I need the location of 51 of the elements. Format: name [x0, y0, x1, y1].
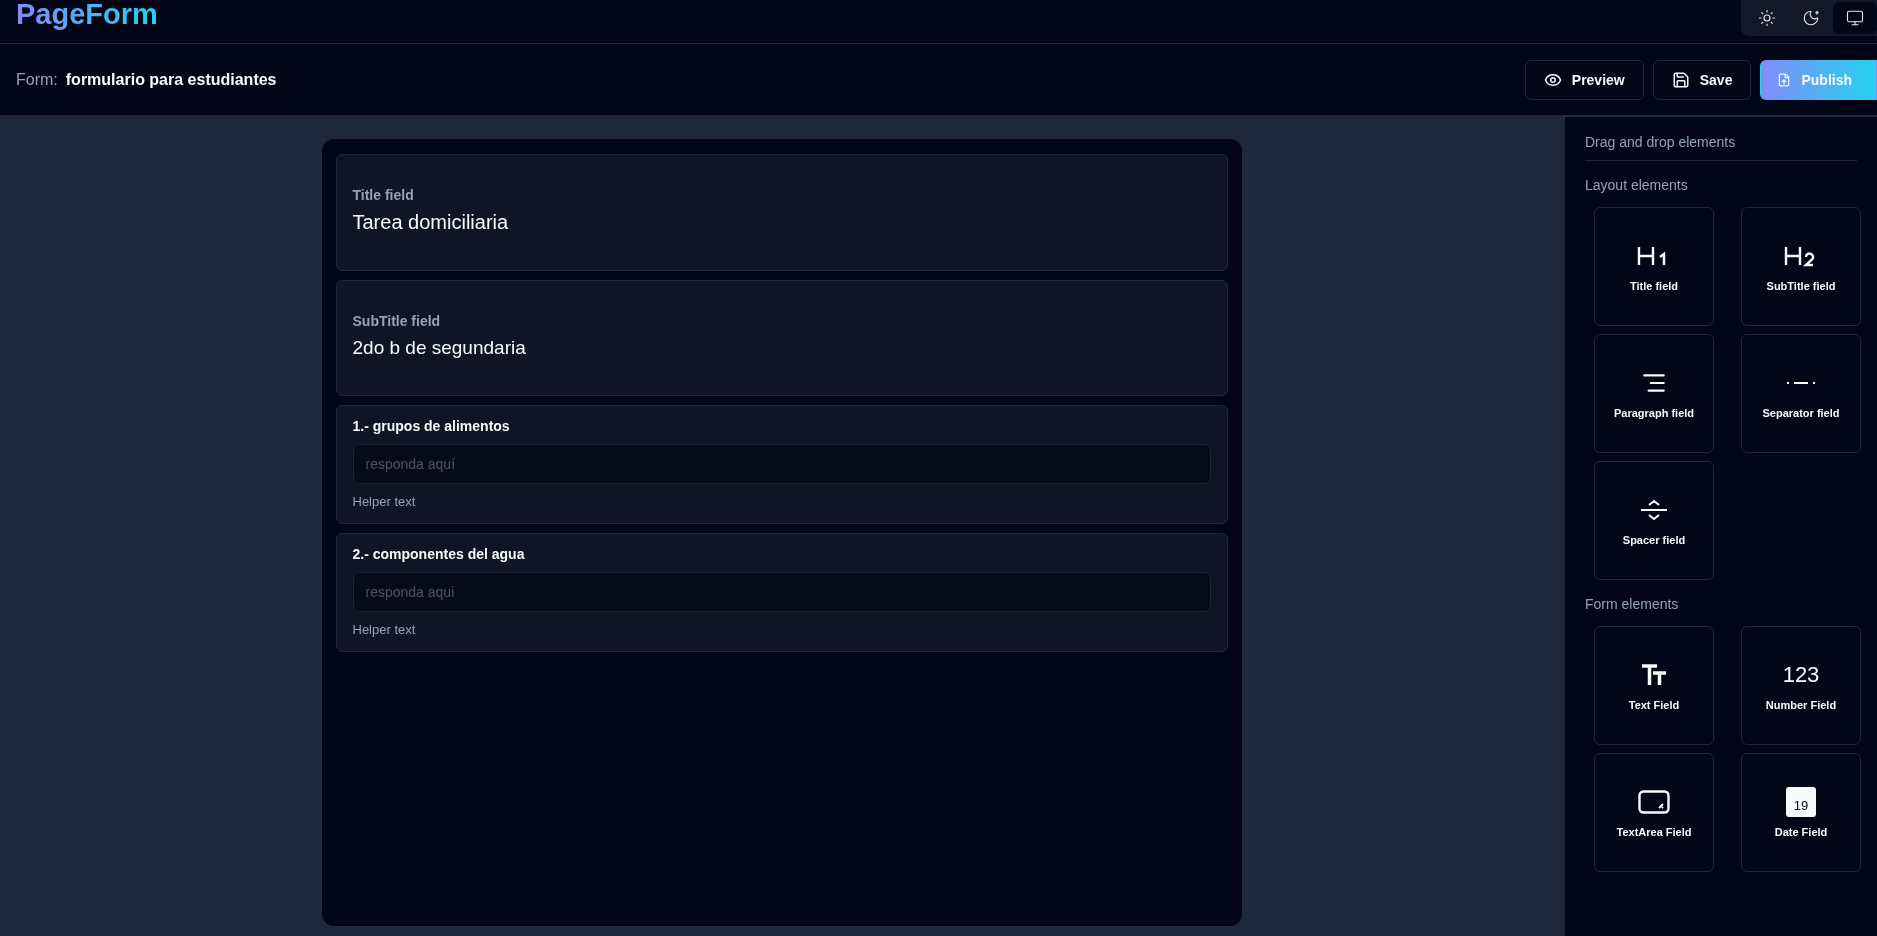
question-label: 1.- grupos de alimentos [352, 418, 511, 434]
question-label: 2.- componentes del agua [352, 546, 526, 562]
element-label: TextArea Field [1616, 825, 1692, 838]
textarea-icon [1638, 789, 1670, 814]
helper-text: Helper text [352, 494, 417, 509]
save-icon [1671, 70, 1690, 89]
subtitle-text: 2do b de segundaria [352, 337, 527, 359]
helper-text: Helper text [352, 622, 417, 637]
element-card[interactable]: 19 Date Field [1741, 753, 1861, 872]
element-card[interactable]: Separator field [1741, 334, 1861, 453]
answer-field[interactable]: responda aquí [352, 444, 1211, 484]
element-label: Spacer field [1622, 533, 1686, 546]
theme-button[interactable] [1833, 2, 1877, 34]
element-card[interactable]: Title field [1594, 207, 1714, 326]
element-label: Date Field [1774, 825, 1828, 838]
form-field-card[interactable]: SubTitle field 2do b de segundaria [335, 280, 1228, 396]
element-label: Text Field [1628, 698, 1680, 711]
title-text: Tarea domiciliaria [352, 211, 510, 234]
element-card[interactable]: SubTitle field [1741, 207, 1861, 326]
element-card[interactable]: 123 Number Field [1741, 626, 1861, 745]
element-card[interactable]: Spacer field [1594, 461, 1714, 580]
form-label: Form: [16, 70, 58, 88]
element-card[interactable]: TextArea Field [1594, 753, 1714, 872]
text-size-icon [1641, 663, 1667, 686]
field-type-label: Title field [352, 187, 415, 203]
calendar-icon: 19 [1786, 786, 1816, 817]
monitor-icon [1846, 9, 1864, 27]
element-card[interactable]: Paragraph field [1594, 334, 1714, 453]
sidebar-title: Drag and drop elements [1585, 134, 1857, 161]
answer-field[interactable]: responda aqui [352, 572, 1211, 612]
section-title: Form elements [1585, 596, 1680, 612]
preview-button[interactable]: Preview [1524, 59, 1644, 100]
sun-icon [1758, 9, 1776, 27]
field-type-label: SubTitle field [352, 313, 442, 329]
moon-icon [1802, 9, 1820, 27]
element-label: Paragraph field [1613, 406, 1695, 419]
save-button[interactable]: Save [1652, 59, 1752, 100]
element-label: Number Field [1765, 698, 1837, 711]
element-label: Separator field [1762, 406, 1840, 419]
form-field-card[interactable]: Title field Tarea domiciliaria [335, 154, 1228, 271]
upload-icon [1777, 72, 1792, 87]
element-label: SubTitle field [1766, 279, 1836, 292]
element-card[interactable]: Text Field [1594, 626, 1714, 745]
element-label: Title field [1629, 279, 1679, 292]
section-title: Layout elements [1585, 177, 1689, 193]
number-glyph: 123 [1782, 661, 1820, 688]
form-name: formulario para estudiantes [65, 70, 277, 88]
separator-icon [1787, 380, 1815, 385]
spacer-icon [1640, 497, 1668, 522]
form-field-card[interactable]: 1.- grupos de alimentos responda aquí Helper text [335, 405, 1228, 524]
form-field-card[interactable]: 2.- componentes del agua responda aqui Helper text [335, 533, 1228, 652]
